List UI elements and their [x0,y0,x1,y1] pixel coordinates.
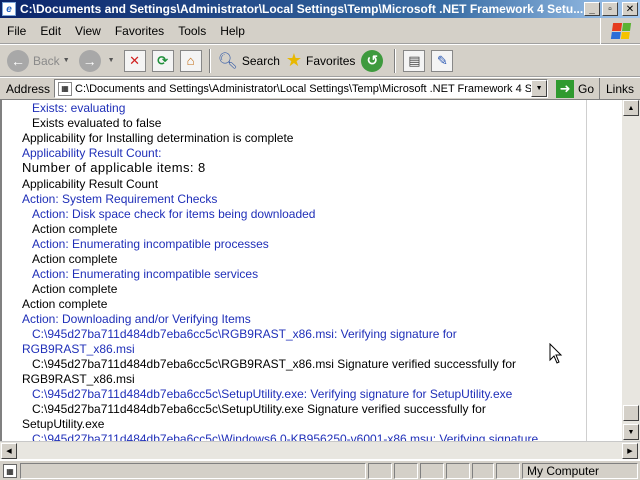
menu-help[interactable]: Help [213,24,252,38]
favorites-button[interactable]: ★ Favorites [283,47,359,75]
menu-edit[interactable]: Edit [33,24,68,38]
status-text [20,463,366,479]
go-label: Go [578,81,595,96]
links-button[interactable]: Links [598,78,640,100]
page-status-icon: ▦ [3,464,17,478]
scroll-down-icon[interactable]: ▼ [623,424,639,440]
address-label: Address [6,81,51,96]
log-line: Action: Downloading and/or Verifying Ite… [22,312,251,326]
mouse-cursor-icon [549,343,563,364]
log-line: C:\945d27ba711d484db7eba6cc5c\Windows6.0… [32,432,539,441]
star-icon: ★ [285,50,303,70]
forward-button[interactable]: → ▼ [76,47,121,75]
log-line: Exists: evaluating [32,101,126,115]
status-cell [394,463,418,479]
go-arrow-icon: ➜ [556,79,575,98]
log-line: C:\945d27ba711d484db7eba6cc5c\SetupUtili… [32,402,486,416]
back-label: Back [33,53,60,68]
refresh-icon[interactable]: ⟳ [151,49,174,72]
close-button[interactable]: ✕ [622,2,638,16]
log-line: Action complete [32,252,118,266]
search-label: Search [241,53,280,68]
address-input[interactable] [75,82,532,95]
scroll-left-icon[interactable]: ◀ [1,443,17,459]
scroll-right-icon[interactable]: ▶ [622,443,638,459]
page-edge [586,100,587,441]
horizontal-scrollbar[interactable]: ◀ ▶ [0,441,640,459]
log-line: C:\945d27ba711d484db7eba6cc5c\RGB9RAST_x… [32,327,457,341]
search-icon: 🔍︎ [217,52,238,70]
menu-file[interactable]: File [0,24,33,38]
toolbar: ← Back ▼ → ▼ ✕ ⟳ ⌂ 🔍︎ Search ★ Favorites… [0,45,640,77]
log-line: RGB9RAST_x86.msi [22,342,135,356]
favorites-label: Favorites [306,53,356,68]
links-label: Links [605,82,634,96]
log-line: Number of applicable items: 8 [22,160,206,175]
forward-dropdown-icon[interactable]: ▼ [108,57,115,64]
log-line: Action complete [22,297,108,311]
log-line: Action: System Requirement Checks [22,192,218,206]
menu-bar: File Edit View Favorites Tools Help [0,18,640,44]
log-line: Action: Disk space check for items being… [32,207,316,221]
forward-arrow-icon: → [78,49,101,72]
windows-logo [600,18,640,44]
print-icon[interactable]: ▤ [403,49,426,72]
menu-view[interactable]: View [68,24,108,38]
history-icon: ↺ [361,49,384,72]
log-line: SetupUtility.exe [22,417,105,431]
ie-icon[interactable]: e [2,2,16,16]
log-line: Applicability Result Count: [22,146,162,160]
status-cell [496,463,520,479]
go-button[interactable]: ➜ Go [556,79,595,98]
back-button[interactable]: ← Back ▼ [4,47,76,75]
title-bar: e C:\Documents and Settings\Administrato… [0,0,640,18]
status-cell [420,463,444,479]
log-line: Action complete [32,282,118,296]
vertical-scrollbar[interactable]: ▲ ▼ [622,100,640,441]
page-icon: ▦ [58,81,73,96]
address-bar: Address ▦ ▼ ➜ Go Links [0,78,640,100]
zone-cell: My Computer [522,463,638,479]
log-line: RGB9RAST_x86.msi [22,372,135,386]
maximize-button[interactable]: ▫ [602,2,618,16]
log-line: Action: Enumerating incompatible service… [32,267,259,281]
log-line: Applicability for Installing determinati… [22,131,294,145]
log-line: C:\945d27ba711d484db7eba6cc5c\SetupUtili… [32,387,513,401]
windows-flag-icon [610,23,631,39]
log-line: Applicability Result Count [22,177,159,191]
menu-tools[interactable]: Tools [171,24,213,38]
back-arrow-icon: ← [7,49,29,72]
status-cell [368,463,392,479]
history-button[interactable]: ↺ [358,47,390,75]
zone-label: My Computer [527,464,600,478]
menu-favorites[interactable]: Favorites [108,24,171,38]
minimize-button[interactable]: _ [584,2,600,16]
status-cell [446,463,470,479]
status-bar: ▦ My Computer [0,460,640,480]
toolbar-separator [208,48,211,73]
address-dropdown-icon[interactable]: ▼ [531,80,548,97]
log-line: C:\945d27ba711d484db7eba6cc5c\RGB9RAST_x… [32,357,517,371]
scroll-up-icon[interactable]: ▲ [623,100,639,116]
address-field[interactable]: ▦ ▼ [54,79,549,98]
window-title: C:\Documents and Settings\Administrator\… [20,2,584,16]
log-line: Action: Enumerating incompatible process… [32,237,269,251]
scroll-thumb[interactable] [623,405,639,421]
log-line: Action complete [32,222,118,236]
stop-icon[interactable]: ✕ [123,49,146,72]
home-icon[interactable]: ⌂ [179,49,202,72]
status-cell [472,463,494,479]
search-button[interactable]: 🔍︎ Search [215,47,283,75]
edit-icon[interactable]: ✎ [431,49,454,72]
log-line: Exists evaluated to false [32,116,162,130]
back-dropdown-icon[interactable]: ▼ [63,57,70,64]
toolbar-separator [394,48,397,73]
log-content: Exists: evaluating Exists evaluated to f… [0,100,622,441]
